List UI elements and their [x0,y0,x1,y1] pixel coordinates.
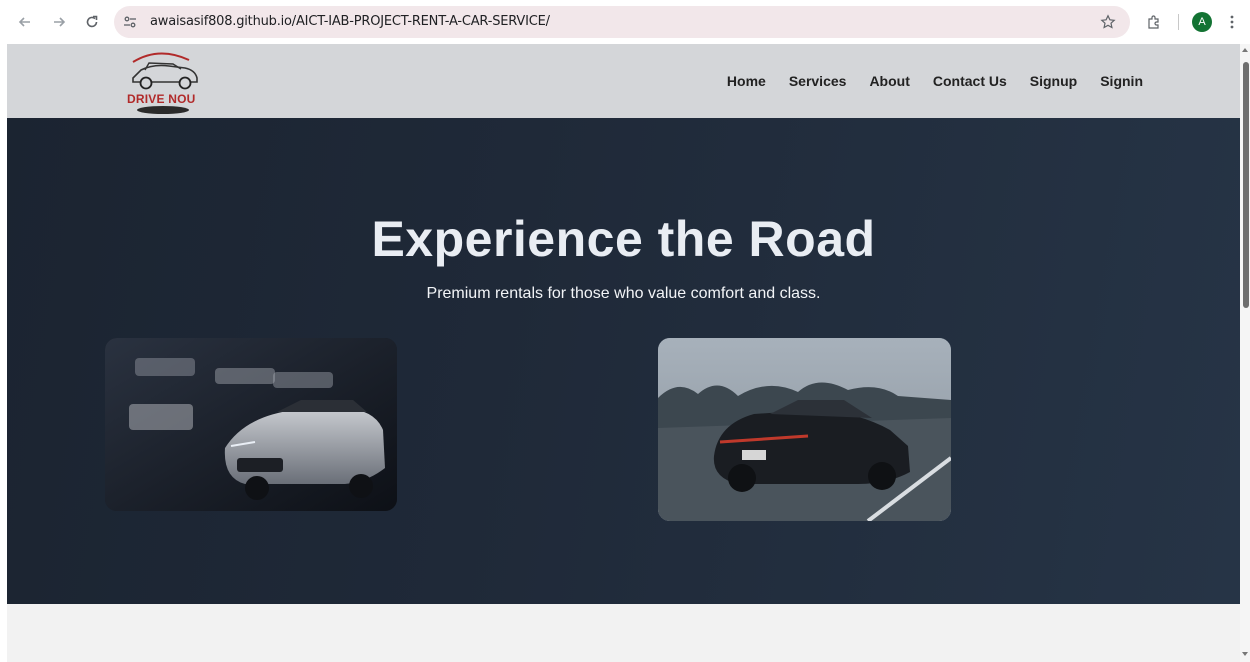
back-button[interactable] [14,11,36,33]
browser-menu-button[interactable] [1221,11,1243,33]
bookmark-star-button[interactable] [1097,11,1119,33]
lower-section [7,604,1240,662]
site-header: DRIVE NOU Home Services About Contact Us… [7,44,1240,118]
hero-section: Experience the Road Premium rentals for … [7,118,1240,604]
toolbar-divider [1178,14,1179,30]
nav-link-signin[interactable]: Signin [1100,73,1143,89]
scroll-down-arrow-icon[interactable] [1242,652,1248,656]
browser-toolbar: awaisasif808.github.io/AICT-IAB-PROJECT-… [0,0,1250,44]
site-nav: Home Services About Contact Us Signup Si… [704,73,1143,89]
nav-link-services[interactable]: Services [789,73,847,89]
logo-text: DRIVE NOU [127,92,196,106]
nav-link-about[interactable]: About [869,73,909,89]
nav-link-signup[interactable]: Signup [1030,73,1077,89]
address-bar[interactable]: awaisasif808.github.io/AICT-IAB-PROJECT-… [114,6,1130,38]
scroll-up-arrow-icon[interactable] [1242,48,1248,52]
profile-avatar[interactable]: A [1192,12,1212,32]
nav-link-home[interactable]: Home [727,73,766,89]
page-viewport: DRIVE NOU Home Services About Contact Us… [7,44,1240,662]
site-info-icon[interactable] [122,14,138,30]
forward-button[interactable] [48,11,70,33]
page-scrollbar[interactable] [1240,44,1250,662]
car-image-garage [105,338,397,511]
kebab-menu-icon [1230,15,1234,29]
hero-subtitle: Premium rentals for those who value comf… [426,285,821,302]
url-text[interactable]: awaisasif808.github.io/AICT-IAB-PROJECT-… [150,14,550,29]
extensions-button[interactable] [1143,11,1165,33]
star-icon [1100,14,1116,29]
car-image-road [658,338,951,521]
hero-title: Experience the Road [371,211,876,267]
forward-arrow-icon [54,17,66,27]
back-arrow-icon [18,17,30,27]
puzzle-icon [1148,15,1159,29]
scrollbar-thumb[interactable] [1243,62,1249,308]
reload-icon [86,15,98,28]
nav-link-contact-us[interactable]: Contact Us [933,73,1007,89]
reload-button[interactable] [81,11,103,33]
